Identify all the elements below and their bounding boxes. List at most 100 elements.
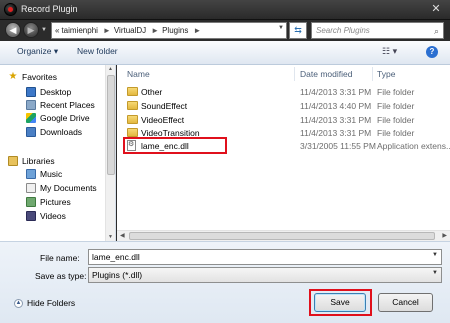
save-as-type-label: Save as type: [35,271,87,281]
nav-item-recent-places[interactable]: Recent Places [26,98,95,111]
hide-folders-label: Hide Folders [27,298,76,308]
file-date: 3/31/2005 11:55 PM [300,141,376,151]
search-placeholder: Search Plugins [316,26,370,35]
title-bar: Record Plugin ✕ [0,0,450,20]
file-name: SoundEffect [141,101,188,111]
refresh-button[interactable]: ⇆ [289,22,307,39]
folder-icon [127,87,138,96]
file-type: File folder [377,87,415,97]
folder-icon [127,101,138,110]
view-options-icon[interactable]: ☷ ▾ [382,46,397,57]
address-dropdown-icon[interactable]: ▼ [278,25,284,31]
column-header-name[interactable]: Name [127,69,150,79]
breadcrumb-separator-icon[interactable]: ► [193,26,201,35]
close-icon[interactable]: ✕ [428,2,444,16]
libraries-icon [8,155,18,166]
file-list: Name Date modified Type Other 11/4/2013 … [117,65,450,241]
file-row[interactable]: SoundEffect 11/4/2013 4:40 PM File folde… [117,99,450,113]
file-name: Other [141,87,163,97]
scroll-down-icon[interactable]: ▼ [108,234,113,240]
videos-icon [26,210,36,221]
new-folder-button[interactable]: New folder [77,46,118,56]
cancel-button[interactable]: Cancel [378,293,433,312]
scroll-up-icon[interactable]: ▲ [108,66,113,72]
nav-item-label: Music [40,168,63,179]
desktop-icon [26,86,36,97]
nav-item-label: Recent Places [40,99,95,110]
chevron-up-icon: ▲ [14,298,23,308]
file-type: File folder [377,128,415,138]
file-date: 11/4/2013 3:31 PM [300,115,372,125]
save-as-type-select[interactable]: Plugins (*.dll) ▼ [88,267,442,283]
nav-item-label: Videos [40,210,66,221]
file-row[interactable]: VideoEffect 11/4/2013 3:31 PM File folde… [117,113,450,127]
nav-pane-scrollbar[interactable]: ▲ ▼ [105,65,115,241]
nav-libraries[interactable]: Libraries [8,154,55,167]
nav-item-music[interactable]: Music [26,167,62,180]
recent-places-icon [26,99,36,110]
file-date: 11/4/2013 3:31 PM [300,87,372,97]
organize-button[interactable]: Organize ▾ [17,46,58,57]
hide-folders-button[interactable]: ▲ Hide Folders [14,298,75,308]
chevron-down-icon[interactable]: ▼ [432,270,438,276]
breadcrumb-separator-icon[interactable]: ► [103,26,111,35]
breadcrumb-separator-icon[interactable]: ► [151,26,159,35]
forward-button[interactable]: ▶ [23,22,39,38]
nav-item-label: Google Drive [40,112,90,123]
nav-item-label: Desktop [40,86,72,97]
address-row: ◀ ▶ ▼ « taimienphi ► VirtualDJ ► Plugins… [0,20,450,41]
music-icon [26,168,36,179]
column-header-type[interactable]: Type [377,69,395,79]
back-button[interactable]: ◀ [5,22,21,38]
address-bar[interactable]: « taimienphi ► VirtualDJ ► Plugins ► ▼ [51,22,287,39]
annotation-highlight-file [123,137,227,154]
save-button[interactable]: Save [314,293,366,312]
nav-scroll-thumb[interactable] [107,75,115,175]
file-name-input[interactable]: lame_enc.dll ▼ [88,249,442,265]
scroll-right-icon[interactable]: ▶ [442,232,447,239]
record-plugin-dialog: Record Plugin ✕ ◀ ▶ ▼ « taimienphi ► Vir… [0,0,450,323]
nav-item-downloads[interactable]: Downloads [26,125,82,138]
help-icon[interactable]: ? [426,46,438,58]
breadcrumb-item[interactable]: Plugins [162,26,188,35]
file-name: VideoEffect [141,115,185,125]
navigation-pane: ★ Favorites Desktop Recent Places Google… [0,65,116,241]
file-name-label: File name: [40,253,80,263]
window-title: Record Plugin [21,4,78,14]
nav-favorites-label: Favorites [22,71,57,82]
breadcrumb-item[interactable]: taimienphi [61,26,97,35]
file-type: Application extens... [377,141,450,151]
nav-item-label: Pictures [40,196,71,207]
nav-item-videos[interactable]: Videos [26,209,66,222]
file-type: File folder [377,115,415,125]
file-date: 11/4/2013 4:40 PM [300,101,372,111]
nav-libraries-label: Libraries [22,155,55,166]
breadcrumb-overflow[interactable]: « [55,26,59,35]
star-icon: ★ [8,70,18,82]
nav-item-desktop[interactable]: Desktop [26,85,71,98]
google-drive-icon [26,112,36,123]
chevron-down-icon[interactable]: ▼ [432,252,438,258]
scroll-left-icon[interactable]: ◀ [120,232,125,239]
search-input[interactable]: Search Plugins ⌕ [311,22,444,39]
breadcrumb-item[interactable]: VirtualDJ [114,26,146,35]
nav-item-pictures[interactable]: Pictures [26,195,71,208]
documents-icon [26,182,36,193]
nav-item-my-documents[interactable]: My Documents [26,181,97,194]
file-row[interactable]: Other 11/4/2013 3:31 PM File folder [117,85,450,99]
nav-favorites[interactable]: ★ Favorites [8,70,57,83]
nav-item-google-drive[interactable]: Google Drive [26,111,90,124]
search-icon[interactable]: ⌕ [434,24,439,39]
nav-item-label: Downloads [40,126,83,137]
column-header-date[interactable]: Date modified [300,69,352,79]
file-name-value: lame_enc.dll [92,252,140,262]
horizontal-scroll-thumb[interactable] [129,232,435,240]
file-type: File folder [377,101,415,111]
command-toolbar: Organize ▾ New folder ☷ ▾ ? [0,41,450,65]
column-divider[interactable] [372,67,373,81]
recent-locations-dropdown-icon[interactable]: ▼ [41,24,49,36]
column-divider[interactable] [294,67,295,81]
virtualdj-app-icon [4,3,17,16]
folder-icon [127,128,138,137]
file-list-horizontal-scrollbar[interactable]: ◀ ▶ [117,230,450,241]
